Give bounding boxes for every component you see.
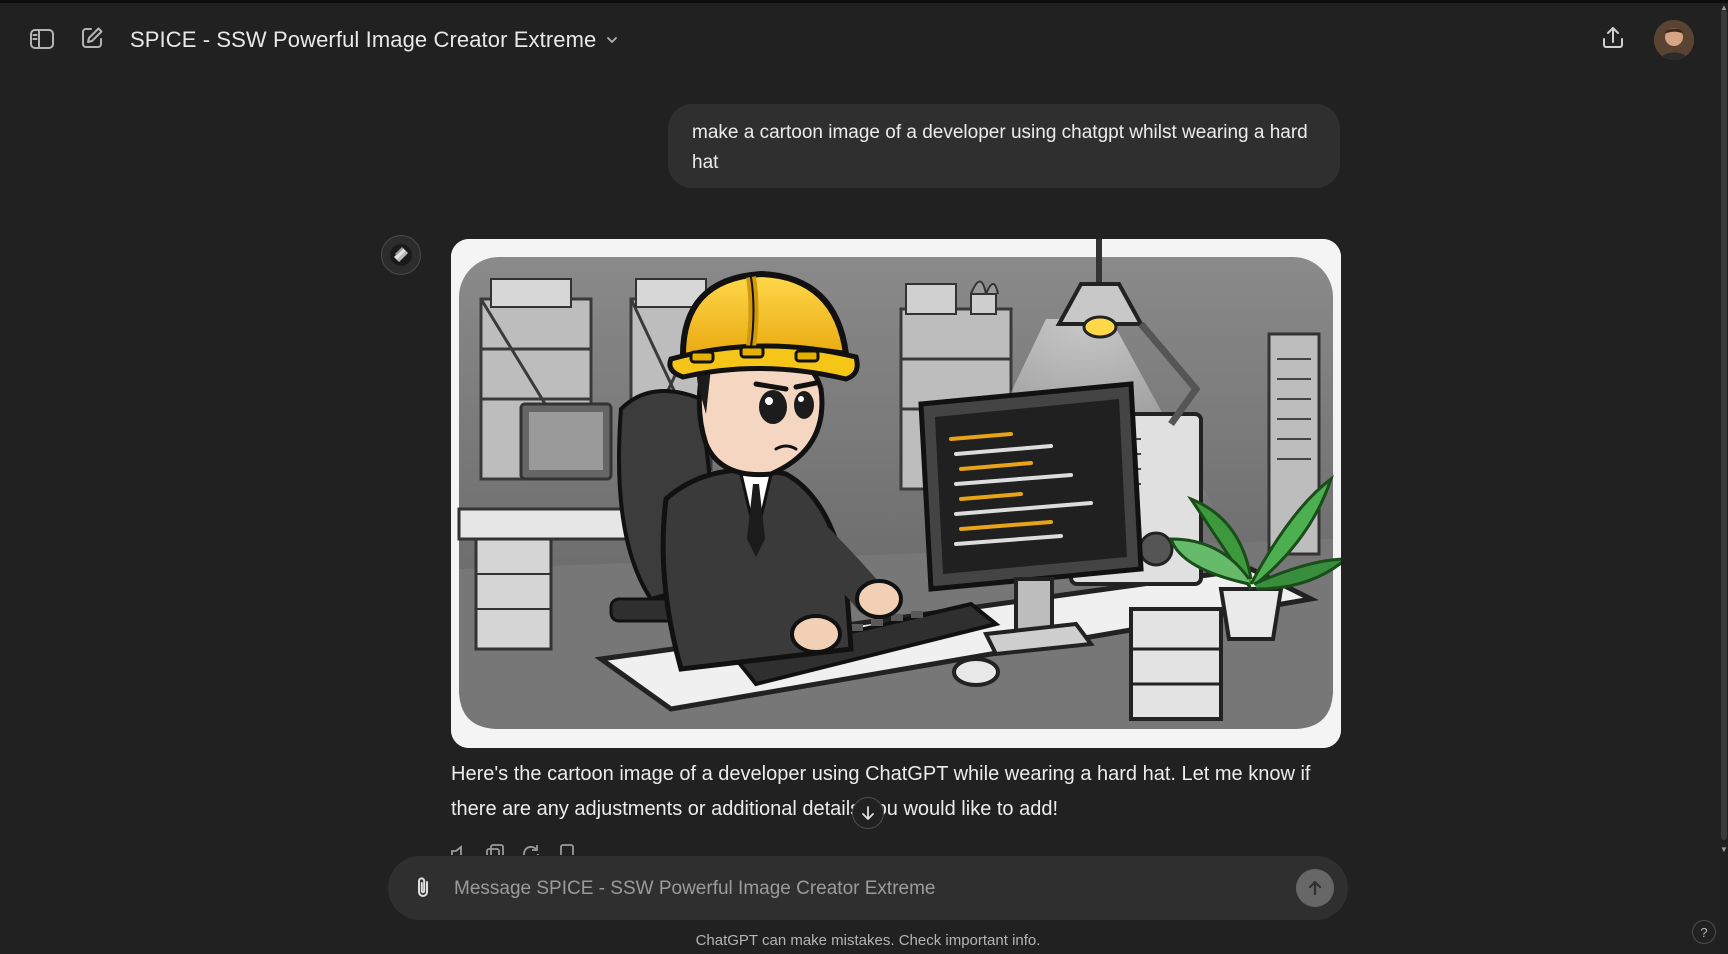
chat-app: SPICE - SSW Powerful Image Creator Extre…	[0, 0, 1728, 954]
assistant-avatar	[381, 235, 421, 275]
sidebar-toggle-button[interactable]	[24, 21, 60, 57]
user-message-bubble: make a cartoon image of a developer usin…	[668, 104, 1340, 188]
arrow-up-icon	[1308, 880, 1322, 896]
help-button[interactable]: ?	[1692, 920, 1716, 944]
generated-image-developer-hard-hat	[451, 239, 1341, 748]
message-composer	[388, 856, 1348, 920]
read-aloud-icon[interactable]	[448, 843, 470, 855]
message-input[interactable]	[452, 872, 1256, 906]
regenerate-icon[interactable]	[520, 843, 542, 855]
new-chat-icon	[82, 27, 103, 48]
user-avatar-image	[1654, 20, 1694, 60]
message-actions	[448, 843, 578, 855]
user-message-text: make a cartoon image of a developer usin…	[692, 122, 1308, 173]
scroll-up-arrow-icon[interactable]: ▲	[1719, 4, 1728, 12]
sidebar-toggle-icon	[30, 29, 54, 49]
user-avatar[interactable]	[1654, 20, 1694, 60]
scroll-down-arrow-icon[interactable]: ▼	[1719, 846, 1728, 854]
generated-image[interactable]	[451, 239, 1341, 748]
share-button[interactable]	[1595, 20, 1631, 56]
header: SPICE - SSW Powerful Image Creator Extre…	[0, 3, 1728, 75]
share-icon	[1603, 27, 1623, 48]
gpt-logo-icon	[390, 244, 412, 266]
thumbs-down-icon[interactable]	[556, 843, 578, 855]
new-chat-button[interactable]	[74, 20, 110, 56]
chevron-down-icon	[607, 37, 618, 43]
copy-icon[interactable]	[484, 843, 506, 855]
send-button[interactable]	[1296, 869, 1334, 907]
disclaimer-text: ChatGPT can make mistakes. Check importa…	[695, 932, 1041, 949]
model-selector[interactable]: SPICE - SSW Powerful Image Creator Extre…	[130, 23, 620, 57]
paperclip-icon	[418, 877, 428, 897]
page-title: SPICE - SSW Powerful Image Creator Extre…	[130, 27, 597, 52]
scrollbar-thumb[interactable]	[1721, 10, 1727, 840]
assistant-message-text: Here's the cartoon image of a developer …	[451, 763, 1311, 820]
attach-button[interactable]	[408, 872, 440, 904]
scroll-to-bottom-button[interactable]	[852, 797, 884, 829]
arrow-down-icon	[862, 806, 874, 820]
